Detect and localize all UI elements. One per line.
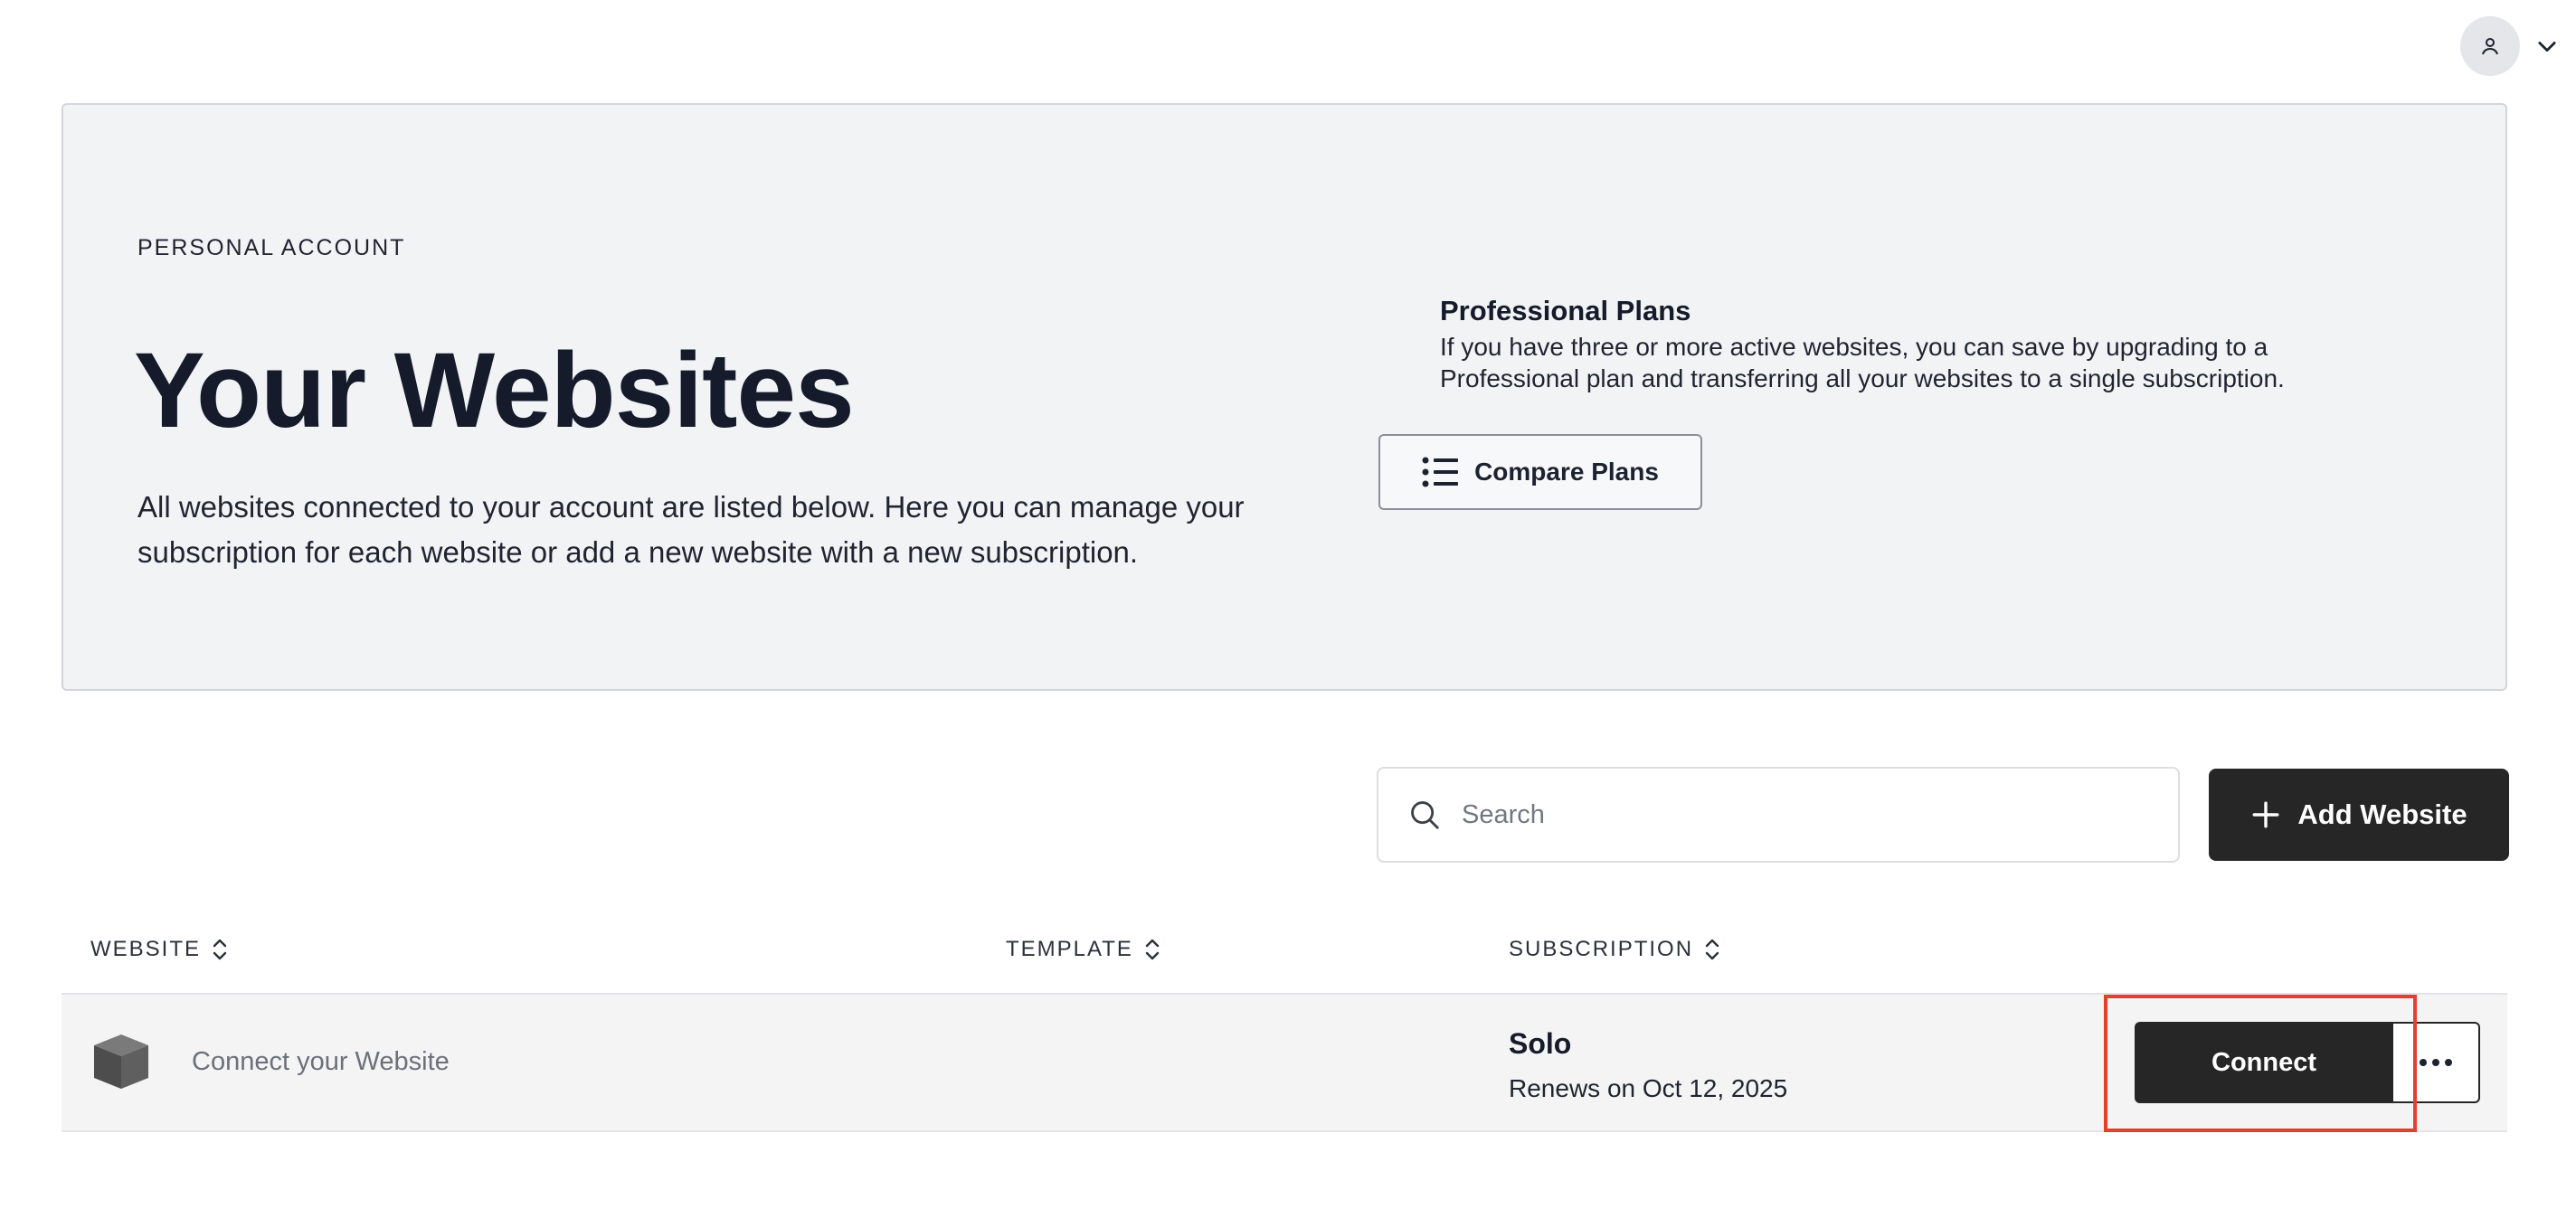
- list-icon: [1422, 457, 1459, 487]
- account-dropdown-button[interactable]: [2529, 28, 2565, 64]
- plans-description: If you have three or more active website…: [1440, 333, 2285, 392]
- page-description: All websites connected to your account a…: [137, 490, 1245, 569]
- page-title: Your Websites: [134, 331, 855, 450]
- renewal-date: Renews on Oct 12, 2025: [1509, 1074, 1788, 1102]
- cube-icon: [94, 1034, 148, 1089]
- column-header-subscription[interactable]: SUBSCRIPTION: [1509, 937, 1720, 962]
- sort-icon: [1705, 939, 1719, 960]
- plus-icon: [2252, 801, 2279, 828]
- sort-icon: [1145, 939, 1160, 960]
- add-website-button[interactable]: Add Website: [2209, 769, 2509, 861]
- connect-button[interactable]: Connect: [2135, 1022, 2393, 1103]
- website-name[interactable]: Connect your Website: [192, 1047, 450, 1077]
- compare-plans-button[interactable]: Compare Plans: [1378, 434, 1702, 510]
- column-header-label: SUBSCRIPTION: [1509, 937, 1694, 961]
- more-options-button[interactable]: [2393, 1022, 2480, 1103]
- more-horizontal-icon: [2420, 1059, 2452, 1066]
- search-box[interactable]: [1377, 767, 2180, 863]
- user-icon: [2482, 38, 2498, 55]
- chevron-down-icon: [2538, 42, 2556, 52]
- subscription-plan: Solo: [1509, 1027, 1572, 1060]
- table-row: Connect your Website Solo Renews on Oct …: [62, 993, 2507, 1132]
- column-header-template[interactable]: TEMPLATE: [1006, 937, 1160, 962]
- column-header-website[interactable]: WEBSITE: [90, 937, 228, 962]
- professional-plans-info: Professional Plans If you have three or …: [1440, 291, 2390, 394]
- row-actions: Connect: [2135, 1022, 2480, 1103]
- search-input[interactable]: [1460, 798, 2151, 831]
- compare-plans-label: Compare Plans: [1474, 458, 1659, 486]
- account-type-label: PERSONAL ACCOUNT: [137, 235, 406, 260]
- hero-panel: PERSONAL ACCOUNT Your Websites All websi…: [62, 103, 2507, 691]
- sort-icon: [213, 939, 227, 960]
- plans-title: Professional Plans: [1440, 295, 1691, 326]
- account-menu[interactable]: [2460, 16, 2565, 76]
- column-header-label: WEBSITE: [90, 937, 202, 961]
- avatar[interactable]: [2460, 16, 2520, 76]
- add-website-label: Add Website: [2297, 798, 2467, 830]
- column-header-label: TEMPLATE: [1006, 937, 1133, 961]
- search-icon: [1411, 801, 1439, 829]
